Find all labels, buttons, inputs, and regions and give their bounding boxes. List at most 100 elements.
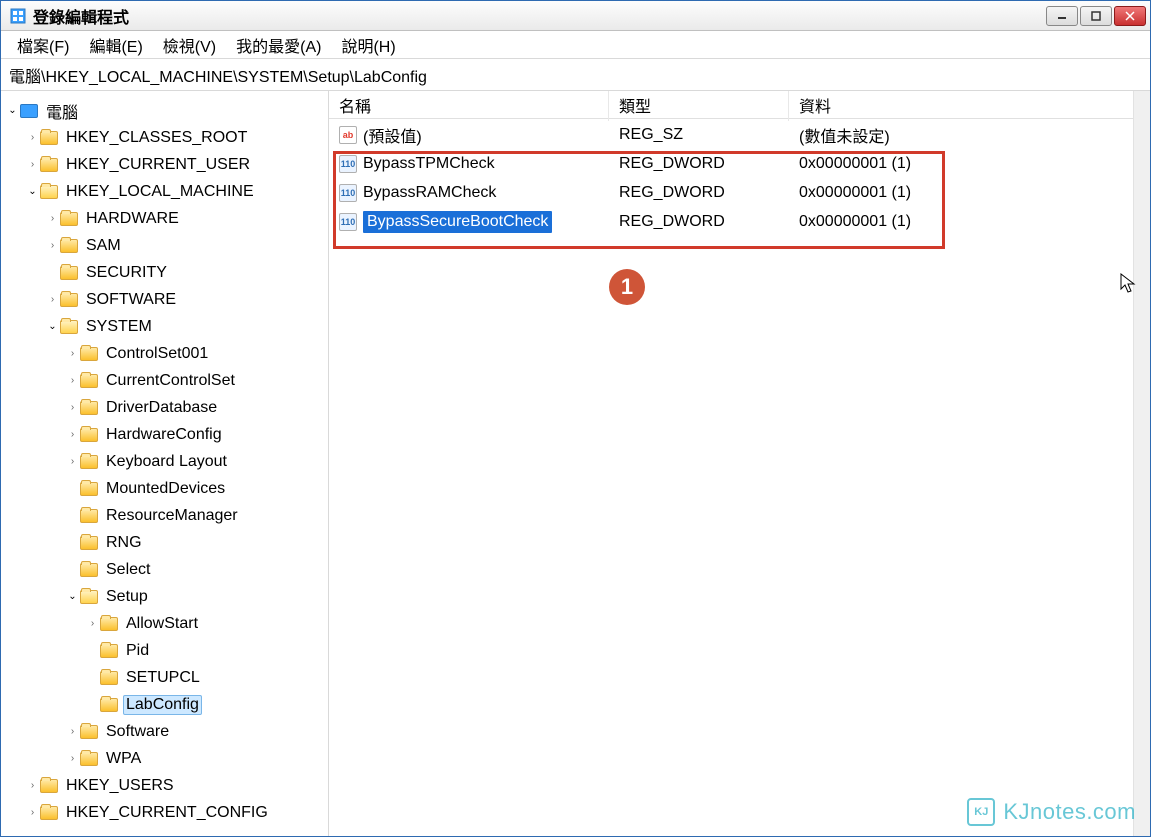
tree-node[interactable]: RNG xyxy=(1,529,328,556)
value-row[interactable]: 110BypassTPMCheckREG_DWORD0x00000001 (1) xyxy=(329,149,1150,178)
tree-node[interactable]: ›SAM xyxy=(1,232,328,259)
folder-icon xyxy=(40,131,58,145)
collapse-icon[interactable]: ⌄ xyxy=(45,319,60,334)
tree-node-label: Pid xyxy=(123,641,152,661)
folder-icon xyxy=(40,806,58,820)
value-list-pane: 名稱 類型 資料 ab(預設值)REG_SZ(數值未設定)110BypassTP… xyxy=(329,91,1150,836)
folder-icon xyxy=(100,617,118,631)
column-type[interactable]: 類型 xyxy=(609,91,789,121)
tree-node[interactable]: ›HKEY_CURRENT_CONFIG xyxy=(1,799,328,826)
expand-icon[interactable]: › xyxy=(85,616,100,631)
tree-node[interactable]: LabConfig xyxy=(1,691,328,718)
expand-icon[interactable]: › xyxy=(65,454,80,469)
tree-node[interactable]: › HKEY_CURRENT_USER xyxy=(1,151,328,178)
expand-icon[interactable]: › xyxy=(25,157,40,172)
menu-edit[interactable]: 編輯(E) xyxy=(79,30,152,60)
tree-node[interactable]: ⌄電腦 xyxy=(1,97,328,124)
tree-node-label: LabConfig xyxy=(123,695,202,715)
expand-icon[interactable]: › xyxy=(25,130,40,145)
collapse-icon[interactable]: ⌄ xyxy=(5,103,20,118)
folder-icon xyxy=(80,509,98,523)
address-bar[interactable]: 電腦\HKEY_LOCAL_MACHINE\SYSTEM\Setup\LabCo… xyxy=(1,59,1150,91)
registry-tree[interactable]: ⌄電腦›HKEY_CLASSES_ROOT›HKEY_CURRENT_USER⌄… xyxy=(1,91,329,836)
computer-icon xyxy=(20,104,38,118)
expand-icon[interactable]: › xyxy=(25,805,40,820)
tree-node[interactable]: ›HARDWARE xyxy=(1,205,328,232)
dword-value-icon: 110 xyxy=(339,155,357,173)
tree-node[interactable]: ⌄ Setup xyxy=(1,583,328,610)
tree-node[interactable]: ›HKEY_CLASSES_ROOT xyxy=(1,124,328,151)
tree-node[interactable]: SETUPCL xyxy=(1,664,328,691)
tree-node-label: WPA xyxy=(103,749,144,769)
tree-node[interactable]: ›HKEY_USERS xyxy=(1,772,328,799)
tree-node-label: Setup xyxy=(103,587,151,607)
tree-node[interactable]: ⌄SYSTEM xyxy=(1,313,328,340)
folder-icon xyxy=(100,671,118,685)
expand-icon[interactable]: › xyxy=(45,211,60,226)
tree-node[interactable]: ›ControlSet001 xyxy=(1,340,328,367)
expand-icon[interactable]: › xyxy=(45,238,60,253)
expand-icon[interactable]: › xyxy=(45,292,60,307)
tree-node[interactable]: › WPA xyxy=(1,745,328,772)
tree-node[interactable]: Select xyxy=(1,556,328,583)
tree-node[interactable]: ›Software xyxy=(1,718,328,745)
tree-node-label: HKEY_CURRENT_USER xyxy=(63,155,253,175)
tree-node-label: DriverDatabase xyxy=(103,398,220,418)
value-type: REG_SZ xyxy=(609,123,789,147)
app-icon xyxy=(9,7,27,25)
column-name[interactable]: 名稱 xyxy=(329,91,609,121)
expand-icon[interactable]: › xyxy=(65,427,80,442)
collapse-icon[interactable]: ⌄ xyxy=(25,184,40,199)
expand-icon[interactable]: › xyxy=(65,751,80,766)
tree-node[interactable]: ›AllowStart xyxy=(1,610,328,637)
folder-icon xyxy=(40,779,58,793)
tree-node-label: RNG xyxy=(103,533,145,553)
tree-node-label: SECURITY xyxy=(83,263,170,283)
value-type: REG_DWORD xyxy=(609,181,789,205)
tree-node[interactable]: › Keyboard Layout xyxy=(1,448,328,475)
watermark-text: KJnotes.com xyxy=(1003,799,1136,825)
menu-file[interactable]: 檔案(F) xyxy=(7,30,79,60)
tree-node-label: SETUPCL xyxy=(123,668,203,688)
tree-node-label: SOFTWARE xyxy=(83,290,179,310)
folder-icon xyxy=(100,698,118,712)
tree-node-label: Keyboard Layout xyxy=(103,452,230,472)
column-headers: 名稱 類型 資料 xyxy=(329,91,1150,119)
folder-icon xyxy=(40,185,58,199)
cursor-icon xyxy=(1120,273,1138,301)
tree-node[interactable]: ›CurrentControlSet xyxy=(1,367,328,394)
value-list[interactable]: ab(預設值)REG_SZ(數值未設定)110BypassTPMCheckREG… xyxy=(329,119,1150,236)
menu-help[interactable]: 說明(H) xyxy=(331,30,405,60)
expand-icon[interactable]: › xyxy=(25,778,40,793)
column-data[interactable]: 資料 xyxy=(789,91,1150,121)
maximize-button[interactable] xyxy=(1080,6,1112,26)
expand-icon[interactable]: › xyxy=(65,724,80,739)
tree-node[interactable]: › HardwareConfig xyxy=(1,421,328,448)
tree-node[interactable]: › SOFTWARE xyxy=(1,286,328,313)
tree-node-label: HardwareConfig xyxy=(103,425,225,445)
value-data: 0x00000001 (1) xyxy=(789,210,1150,234)
value-name: BypassSecureBootCheck xyxy=(363,211,552,233)
value-type: REG_DWORD xyxy=(609,210,789,234)
folder-icon xyxy=(60,239,78,253)
tree-node[interactable]: ResourceManager xyxy=(1,502,328,529)
tree-node-label: ResourceManager xyxy=(103,506,241,526)
menu-view[interactable]: 檢視(V) xyxy=(153,30,226,60)
expand-icon[interactable]: › xyxy=(65,400,80,415)
collapse-icon[interactable]: ⌄ xyxy=(65,589,80,604)
tree-node[interactable]: MountedDevices xyxy=(1,475,328,502)
value-row[interactable]: 110BypassSecureBootCheckREG_DWORD0x00000… xyxy=(329,207,1150,236)
close-button[interactable] xyxy=(1114,6,1146,26)
expand-icon[interactable]: › xyxy=(65,373,80,388)
minimize-button[interactable] xyxy=(1046,6,1078,26)
menu-favorites[interactable]: 我的最愛(A) xyxy=(226,30,331,60)
tree-node[interactable]: Pid xyxy=(1,637,328,664)
vertical-scrollbar[interactable] xyxy=(1133,91,1150,836)
value-row[interactable]: ab(預設值)REG_SZ(數值未設定) xyxy=(329,120,1150,149)
tree-node[interactable]: ⌄HKEY_LOCAL_MACHINE xyxy=(1,178,328,205)
expand-icon[interactable]: › xyxy=(65,346,80,361)
tree-node[interactable]: › DriverDatabase xyxy=(1,394,328,421)
watermark: KJ KJnotes.com xyxy=(967,798,1136,826)
tree-node[interactable]: SECURITY xyxy=(1,259,328,286)
value-row[interactable]: 110BypassRAMCheckREG_DWORD0x00000001 (1) xyxy=(329,178,1150,207)
